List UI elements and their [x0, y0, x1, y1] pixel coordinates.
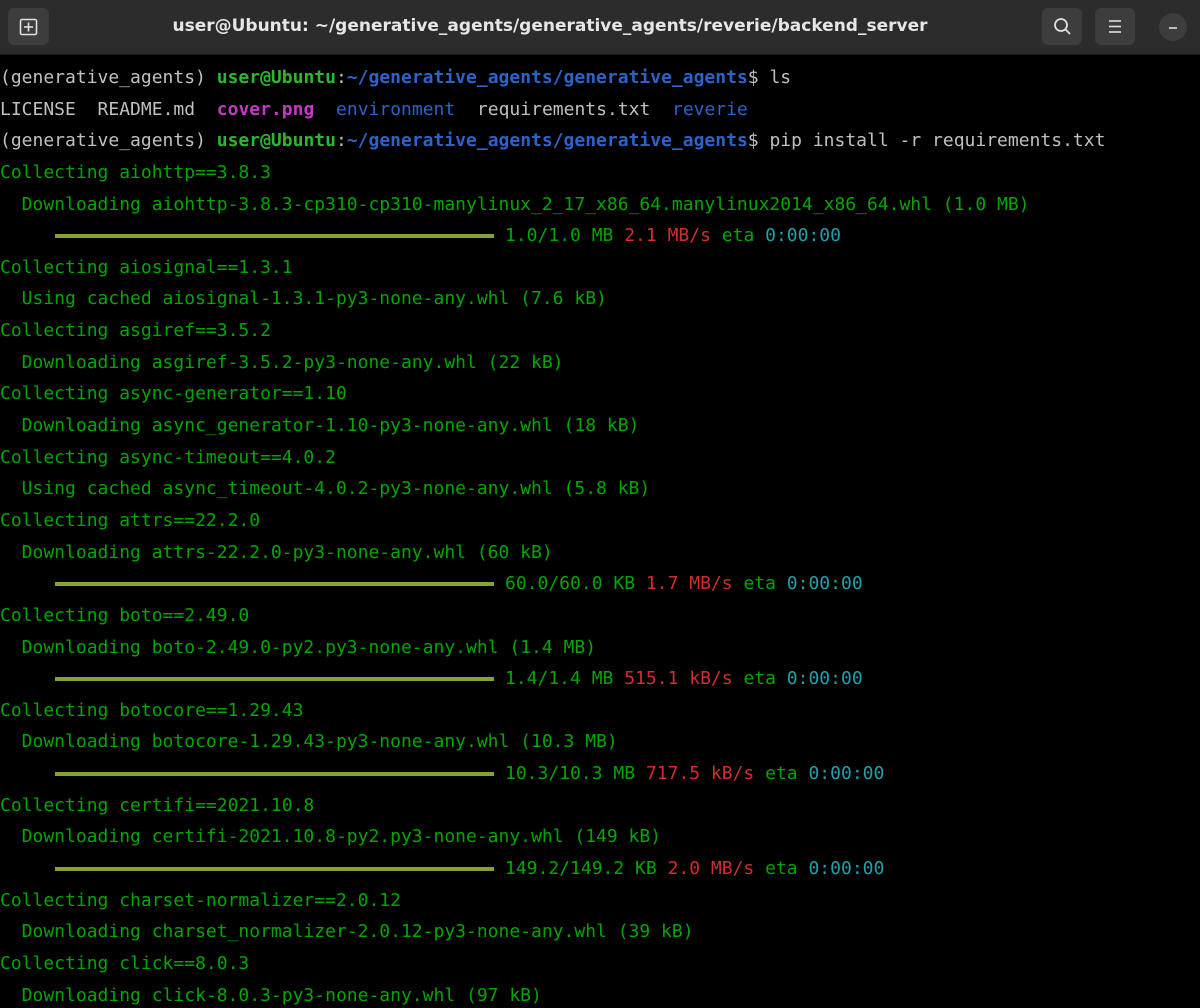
- progress-speed: 515.1 kB/s: [624, 668, 733, 690]
- prompt-dollar: $: [747, 67, 770, 88]
- collecting-line: Collecting async-timeout==4.0.2: [0, 446, 336, 468]
- prompt-dollar: $: [747, 130, 770, 152]
- prompt-line: (generative_agents) user@Ubuntu:~/genera…: [0, 125, 1200, 157]
- eta-label: eta: [721, 225, 755, 247]
- download-line: Downloading async_generator-1.10-py3-non…: [0, 415, 640, 437]
- collecting-line: Collecting attrs==22.2.0: [0, 509, 261, 531]
- collecting-line: Collecting aiosignal==1.3.1: [0, 256, 293, 278]
- collecting-line: Collecting async-generator==1.10: [0, 383, 347, 405]
- download-line: Downloading certifi-2021.10.8-py2.py3-no…: [0, 826, 662, 848]
- prompt-user: user@Ubuntu: [216, 130, 336, 152]
- download-line: Downloading click-8.0.3-py3-none-any.whl…: [0, 984, 542, 1006]
- progress-speed: 2.0 MB/s: [667, 858, 755, 880]
- prompt-colon: :: [335, 67, 347, 88]
- progress-size: 1.0/1.0 MB: [505, 225, 614, 247]
- terminal-output[interactable]: (generative_agents) user@Ubuntu:~/genera…: [0, 62, 1200, 1008]
- ls-file-requirements: requirements.txt: [476, 98, 651, 120]
- ls-file-license: LICENSE: [0, 98, 76, 120]
- cached-line: Using cached async_timeout-4.0.2-py3-non…: [0, 478, 651, 500]
- progress-speed: 717.5 kB/s: [645, 763, 755, 785]
- window-title: user@Ubuntu: ~/generative_agents/generat…: [172, 16, 928, 36]
- download-line: Downloading boto-2.49.0-py2.py3-none-any…: [0, 636, 597, 658]
- progress-bar: [55, 582, 494, 587]
- prompt-path: ~/generative_agents/generative_agents: [346, 130, 748, 152]
- ls-file-readme: README.md: [97, 98, 196, 120]
- progress-bar: [55, 234, 494, 239]
- minimize-icon: [1169, 27, 1177, 29]
- eta-label: eta: [743, 668, 776, 690]
- progress-line: 1.4/1.4 MB 515.1 kB/s eta 0:00:00: [0, 663, 1200, 695]
- prompt-colon: :: [335, 130, 347, 152]
- progress-speed: 2.1 MB/s: [624, 225, 711, 247]
- download-line: Downloading botocore-1.29.43-py3-none-an…: [0, 731, 618, 753]
- progress-line: 10.3/10.3 MB 717.5 kB/s eta 0:00:00: [0, 758, 1200, 790]
- eta-label: eta: [765, 763, 798, 785]
- ls-file-cover: cover.png: [216, 98, 315, 120]
- eta-label: eta: [743, 573, 776, 595]
- menu-button[interactable]: [1095, 8, 1135, 45]
- new-tab-icon: [19, 18, 38, 36]
- prompt-path: ~/generative_agents/generative_agents: [346, 67, 748, 88]
- cached-line: Using cached aiosignal-1.3.1-py3-none-an…: [0, 288, 607, 310]
- collecting-line: Collecting asgiref==3.5.2: [0, 320, 271, 342]
- ls-dir-reverie: reverie: [672, 98, 748, 120]
- eta-label: eta: [765, 858, 798, 880]
- progress-size: 149.2/149.2 KB: [505, 858, 657, 880]
- progress-line: 60.0/60.0 KB 1.7 MB/s eta 0:00:00: [0, 568, 1200, 600]
- prompt-line: (generative_agents) user@Ubuntu:~/genera…: [0, 62, 1200, 94]
- prompt-env: (generative_agents): [0, 130, 217, 152]
- collecting-line: Collecting boto==2.49.0: [0, 604, 250, 626]
- progress-eta: 0:00:00: [786, 668, 863, 690]
- download-line: Downloading attrs-22.2.0-py3-none-any.wh…: [0, 541, 553, 563]
- command-text: ls: [769, 67, 792, 88]
- minimize-button[interactable]: [1159, 13, 1187, 41]
- download-line: Downloading charset_normalizer-2.0.12-py…: [0, 921, 694, 943]
- collecting-line: Collecting botocore==1.29.43: [0, 699, 304, 721]
- progress-size: 60.0/60.0 KB: [505, 573, 636, 595]
- collecting-line: Collecting aiohttp==3.8.3: [0, 161, 271, 183]
- progress-line: 149.2/149.2 KB 2.0 MB/s eta 0:00:00: [0, 853, 1200, 885]
- collecting-line: Collecting charset-normalizer==2.0.12: [0, 889, 401, 911]
- collecting-line: Collecting click==8.0.3: [0, 952, 250, 974]
- prompt-env: (generative_agents): [0, 67, 217, 88]
- search-icon: [1054, 18, 1071, 35]
- menu-icon: [1109, 20, 1121, 33]
- progress-eta: 0:00:00: [765, 225, 841, 247]
- command-text: pip install -r requirements.txt: [769, 130, 1106, 152]
- progress-speed: 1.7 MB/s: [645, 573, 733, 595]
- progress-size: 1.4/1.4 MB: [505, 668, 614, 690]
- progress-eta: 0:00:00: [808, 858, 885, 880]
- progress-line: 1.0/1.0 MB 2.1 MB/s eta 0:00:00: [0, 220, 1200, 252]
- ls-dir-environment: environment: [336, 98, 456, 120]
- progress-size: 10.3/10.3 MB: [505, 763, 636, 785]
- ls-output-line: LICENSE README.md cover.png environment …: [0, 94, 1200, 126]
- search-button[interactable]: [1042, 8, 1082, 45]
- download-line: Downloading aiohttp-3.8.3-cp310-cp310-ma…: [0, 193, 1030, 215]
- progress-bar: [55, 772, 494, 777]
- progress-bar: [55, 867, 494, 872]
- progress-eta: 0:00:00: [808, 763, 885, 785]
- new-tab-button[interactable]: [8, 8, 49, 45]
- window-titlebar: user@Ubuntu: ~/generative_agents/generat…: [0, 0, 1200, 55]
- progress-bar: [55, 677, 494, 682]
- download-line: Downloading asgiref-3.5.2-py3-none-any.w…: [0, 351, 564, 373]
- progress-eta: 0:00:00: [786, 573, 863, 595]
- collecting-line: Collecting certifi==2021.10.8: [0, 794, 315, 816]
- prompt-user: user@Ubuntu: [216, 67, 336, 88]
